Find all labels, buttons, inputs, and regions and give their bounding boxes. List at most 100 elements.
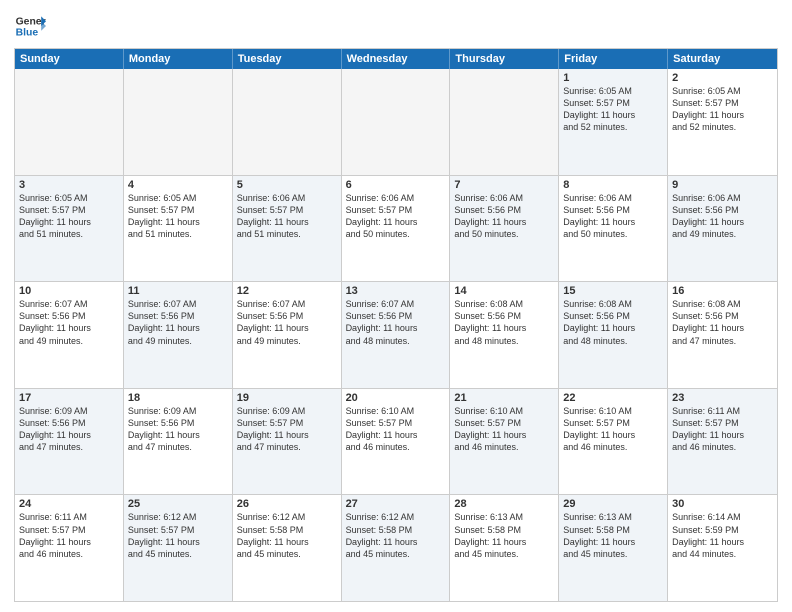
calendar-page: General Blue SundayMondayTuesdayWednesda… [0, 0, 792, 612]
day-number: 4 [128, 179, 228, 191]
svg-text:Blue: Blue [16, 28, 39, 39]
calendar-cell: 28Sunrise: 6:13 AM Sunset: 5:58 PM Dayli… [450, 495, 559, 601]
day-info: Sunrise: 6:14 AM Sunset: 5:59 PM Dayligh… [672, 511, 773, 560]
calendar-cell: 13Sunrise: 6:07 AM Sunset: 5:56 PM Dayli… [342, 282, 451, 388]
day-info: Sunrise: 6:11 AM Sunset: 5:57 PM Dayligh… [672, 405, 773, 454]
calendar-cell: 24Sunrise: 6:11 AM Sunset: 5:57 PM Dayli… [15, 495, 124, 601]
day-info: Sunrise: 6:07 AM Sunset: 5:56 PM Dayligh… [346, 298, 446, 347]
day-info: Sunrise: 6:12 AM Sunset: 5:58 PM Dayligh… [237, 511, 337, 560]
weekday-header: Thursday [450, 49, 559, 69]
calendar-cell [450, 69, 559, 175]
calendar-cell: 19Sunrise: 6:09 AM Sunset: 5:57 PM Dayli… [233, 389, 342, 495]
calendar-cell: 21Sunrise: 6:10 AM Sunset: 5:57 PM Dayli… [450, 389, 559, 495]
calendar: SundayMondayTuesdayWednesdayThursdayFrid… [14, 48, 778, 602]
day-number: 10 [19, 285, 119, 297]
calendar-cell: 15Sunrise: 6:08 AM Sunset: 5:56 PM Dayli… [559, 282, 668, 388]
calendar-cell: 27Sunrise: 6:12 AM Sunset: 5:58 PM Dayli… [342, 495, 451, 601]
page-header: General Blue [14, 10, 778, 42]
day-number: 5 [237, 179, 337, 191]
weekday-header: Friday [559, 49, 668, 69]
calendar-cell: 6Sunrise: 6:06 AM Sunset: 5:57 PM Daylig… [342, 176, 451, 282]
day-number: 7 [454, 179, 554, 191]
calendar-cell [342, 69, 451, 175]
day-info: Sunrise: 6:07 AM Sunset: 5:56 PM Dayligh… [19, 298, 119, 347]
calendar-cell: 26Sunrise: 6:12 AM Sunset: 5:58 PM Dayli… [233, 495, 342, 601]
calendar-cell: 30Sunrise: 6:14 AM Sunset: 5:59 PM Dayli… [668, 495, 777, 601]
calendar-cell: 8Sunrise: 6:06 AM Sunset: 5:56 PM Daylig… [559, 176, 668, 282]
day-number: 19 [237, 392, 337, 404]
logo: General Blue [14, 10, 46, 42]
day-number: 2 [672, 72, 773, 84]
calendar-cell: 5Sunrise: 6:06 AM Sunset: 5:57 PM Daylig… [233, 176, 342, 282]
day-number: 12 [237, 285, 337, 297]
calendar-cell [233, 69, 342, 175]
day-number: 9 [672, 179, 773, 191]
calendar-cell: 25Sunrise: 6:12 AM Sunset: 5:57 PM Dayli… [124, 495, 233, 601]
day-info: Sunrise: 6:06 AM Sunset: 5:56 PM Dayligh… [563, 192, 663, 241]
day-number: 29 [563, 498, 663, 510]
calendar-row: 17Sunrise: 6:09 AM Sunset: 5:56 PM Dayli… [15, 388, 777, 495]
day-number: 3 [19, 179, 119, 191]
calendar-cell: 17Sunrise: 6:09 AM Sunset: 5:56 PM Dayli… [15, 389, 124, 495]
logo-icon: General Blue [14, 10, 46, 42]
day-info: Sunrise: 6:06 AM Sunset: 5:57 PM Dayligh… [237, 192, 337, 241]
day-number: 26 [237, 498, 337, 510]
calendar-header: SundayMondayTuesdayWednesdayThursdayFrid… [15, 49, 777, 69]
day-number: 27 [346, 498, 446, 510]
calendar-cell: 14Sunrise: 6:08 AM Sunset: 5:56 PM Dayli… [450, 282, 559, 388]
calendar-body: 1 Sunrise: 6:05 AM Sunset: 5:57 PM Daylig… [15, 69, 777, 601]
calendar-cell: 4Sunrise: 6:05 AM Sunset: 5:57 PM Daylig… [124, 176, 233, 282]
day-info: Sunrise: 6:06 AM Sunset: 5:56 PM Dayligh… [672, 192, 773, 241]
day-info: Sunrise: 6:12 AM Sunset: 5:57 PM Dayligh… [128, 511, 228, 560]
calendar-cell: 9Sunrise: 6:06 AM Sunset: 5:56 PM Daylig… [668, 176, 777, 282]
calendar-cell: 7Sunrise: 6:06 AM Sunset: 5:56 PM Daylig… [450, 176, 559, 282]
day-info: Sunrise: 6:07 AM Sunset: 5:56 PM Dayligh… [128, 298, 228, 347]
day-number: 18 [128, 392, 228, 404]
day-info: Sunrise: 6:06 AM Sunset: 5:56 PM Dayligh… [454, 192, 554, 241]
weekday-header: Tuesday [233, 49, 342, 69]
day-number: 16 [672, 285, 773, 297]
day-info: Sunrise: 6:10 AM Sunset: 5:57 PM Dayligh… [346, 405, 446, 454]
weekday-header: Sunday [15, 49, 124, 69]
day-number: 28 [454, 498, 554, 510]
calendar-cell: 10Sunrise: 6:07 AM Sunset: 5:56 PM Dayli… [15, 282, 124, 388]
day-number: 21 [454, 392, 554, 404]
day-info: Sunrise: 6:11 AM Sunset: 5:57 PM Dayligh… [19, 511, 119, 560]
weekday-header: Saturday [668, 49, 777, 69]
day-number: 25 [128, 498, 228, 510]
weekday-header: Wednesday [342, 49, 451, 69]
day-info: Sunrise: 6:09 AM Sunset: 5:56 PM Dayligh… [19, 405, 119, 454]
calendar-cell: 2Sunrise: 6:05 AM Sunset: 5:57 PM Daylig… [668, 69, 777, 175]
calendar-cell: 11Sunrise: 6:07 AM Sunset: 5:56 PM Dayli… [124, 282, 233, 388]
weekday-header: Monday [124, 49, 233, 69]
day-number: 22 [563, 392, 663, 404]
day-number: 30 [672, 498, 773, 510]
day-info: Sunrise: 6:09 AM Sunset: 5:57 PM Dayligh… [237, 405, 337, 454]
day-info: Sunrise: 6:07 AM Sunset: 5:56 PM Dayligh… [237, 298, 337, 347]
day-number: 17 [19, 392, 119, 404]
day-number: 11 [128, 285, 228, 297]
calendar-cell: 1Sunrise: 6:05 AM Sunset: 5:57 PM Daylig… [559, 69, 668, 175]
day-number: 1 [563, 72, 663, 84]
calendar-cell: 29Sunrise: 6:13 AM Sunset: 5:58 PM Dayli… [559, 495, 668, 601]
day-info: Sunrise: 6:10 AM Sunset: 5:57 PM Dayligh… [563, 405, 663, 454]
day-number: 15 [563, 285, 663, 297]
day-number: 6 [346, 179, 446, 191]
calendar-cell: 3Sunrise: 6:05 AM Sunset: 5:57 PM Daylig… [15, 176, 124, 282]
calendar-row: 24Sunrise: 6:11 AM Sunset: 5:57 PM Dayli… [15, 494, 777, 601]
day-number: 23 [672, 392, 773, 404]
day-info: Sunrise: 6:08 AM Sunset: 5:56 PM Dayligh… [672, 298, 773, 347]
calendar-cell [124, 69, 233, 175]
calendar-row: 3 Sunrise: 6:05 AM Sunset: 5:57 PM Daylig… [15, 175, 777, 282]
calendar-cell: 20Sunrise: 6:10 AM Sunset: 5:57 PM Dayli… [342, 389, 451, 495]
calendar-cell: 22Sunrise: 6:10 AM Sunset: 5:57 PM Dayli… [559, 389, 668, 495]
calendar-row: 10Sunrise: 6:07 AM Sunset: 5:56 PM Dayli… [15, 281, 777, 388]
day-info: Sunrise: 6:12 AM Sunset: 5:58 PM Dayligh… [346, 511, 446, 560]
day-info: Sunrise: 6:08 AM Sunset: 5:56 PM Dayligh… [454, 298, 554, 347]
calendar-row: 1Sunrise: 6:05 AM Sunset: 5:57 PM Daylig… [15, 69, 777, 175]
day-number: 24 [19, 498, 119, 510]
calendar-cell: 16Sunrise: 6:08 AM Sunset: 5:56 PM Dayli… [668, 282, 777, 388]
day-info: Sunrise: 6:05 AM Sunset: 5:57 PM Dayligh… [128, 192, 228, 241]
day-info: Sunrise: 6:13 AM Sunset: 5:58 PM Dayligh… [563, 511, 663, 560]
calendar-cell: 23Sunrise: 6:11 AM Sunset: 5:57 PM Dayli… [668, 389, 777, 495]
